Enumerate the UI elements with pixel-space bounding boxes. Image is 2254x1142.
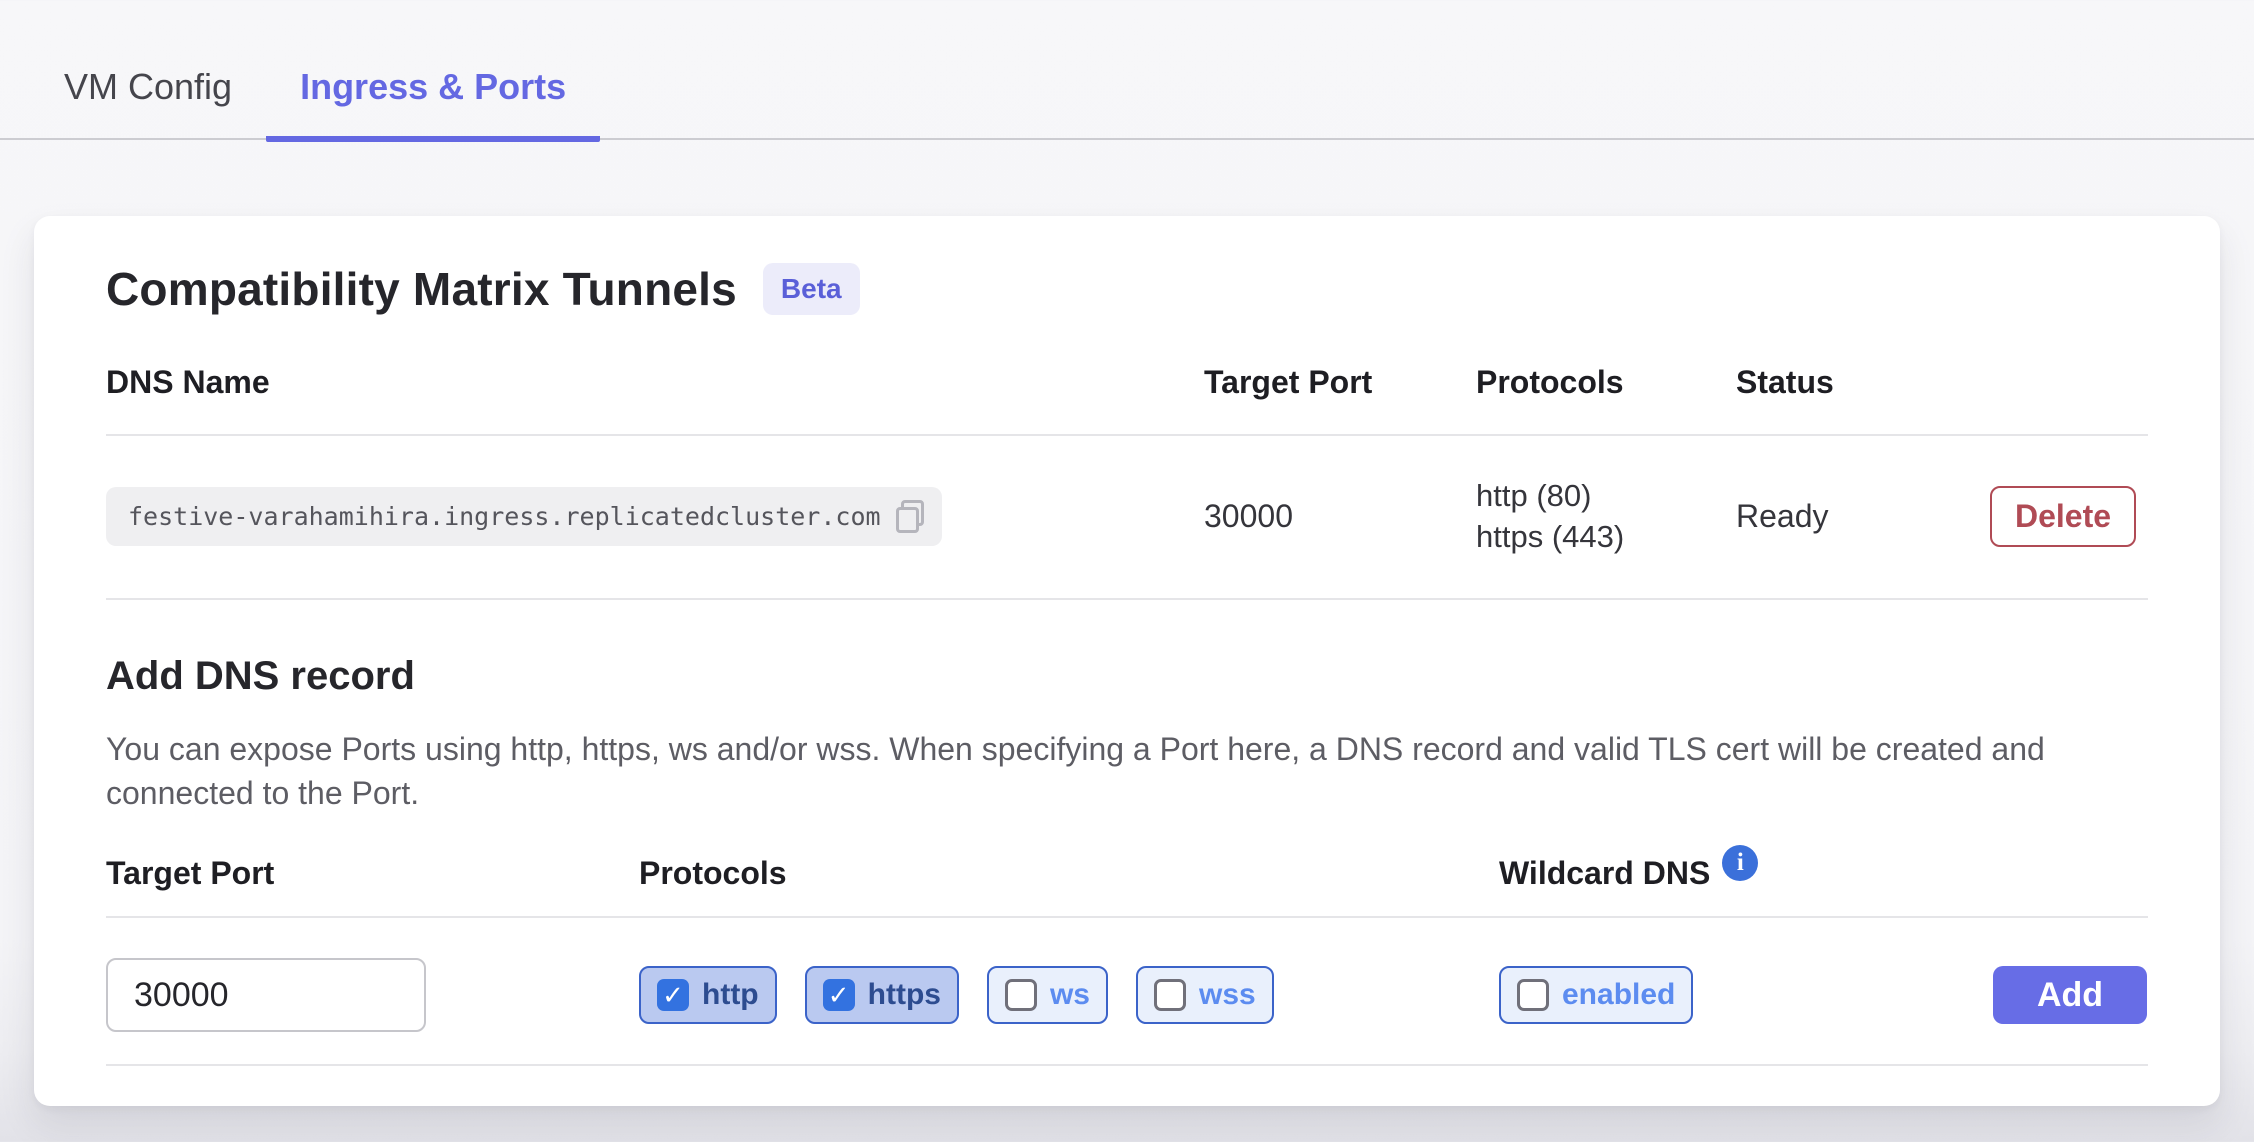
column-header-status: Status [1736,364,1990,401]
tunnels-table-header: DNS Name Target Port Protocols Status [106,364,2148,436]
status-cell: Ready [1736,498,1990,535]
wildcard-dns-label: Wildcard DNS [1499,855,1710,892]
page-title: Compatibility Matrix Tunnels [106,262,737,316]
wildcard-enabled-label: enabled [1562,978,1675,1012]
tunnels-card: Compatibility Matrix Tunnels Beta DNS Na… [34,216,2220,1106]
protocol-checkbox-https[interactable]: https [805,966,959,1024]
wildcard-enabled-checkbox[interactable]: enabled [1499,966,1693,1024]
add-dns-form-row: http https ws wss enabled Add [106,918,2148,1066]
dns-name-value: festive-varahamihira.ingress.replicatedc… [128,502,881,531]
protocol-line-https: https (443) [1476,517,1736,558]
column-header-dns-name: DNS Name [106,364,1204,401]
protocol-checkbox-ws[interactable]: ws [987,966,1108,1024]
tab-vm-config[interactable]: VM Config [30,58,266,142]
protocol-label: https [868,978,941,1012]
target-port-field-cell [106,958,639,1032]
table-row: festive-varahamihira.ingress.replicatedc… [106,436,2148,600]
copy-icon[interactable] [896,500,924,533]
form-header-wildcard-dns: Wildcard DNS i [1499,855,1993,892]
add-button[interactable]: Add [1993,966,2147,1024]
protocol-checkbox-http[interactable]: http [639,966,777,1024]
column-header-protocols: Protocols [1476,364,1736,401]
target-port-cell: 30000 [1204,498,1476,535]
protocol-line-http: http (80) [1476,476,1736,517]
checkbox-unchecked-icon[interactable] [1154,979,1186,1011]
checkbox-checked-icon[interactable] [657,979,689,1011]
delete-button[interactable]: Delete [1990,486,2136,547]
info-icon[interactable]: i [1722,845,1758,881]
protocol-checkbox-wss[interactable]: wss [1136,966,1274,1024]
add-dns-record-description: You can expose Ports using http, https, … [106,727,2148,815]
beta-badge: Beta [763,263,860,315]
tab-bar: VM Config Ingress & Ports [0,58,2254,140]
protocol-label: wss [1199,978,1256,1012]
dns-name-cell: festive-varahamihira.ingress.replicatedc… [106,487,1204,546]
target-port-input[interactable] [106,958,426,1032]
wildcard-dns-cell: enabled [1499,966,1993,1024]
dns-name-badge: festive-varahamihira.ingress.replicatedc… [106,487,942,546]
form-header-target-port: Target Port [106,855,639,892]
protocol-label: http [702,978,759,1012]
form-header-protocols: Protocols [639,855,1499,892]
checkbox-unchecked-icon[interactable] [1005,979,1037,1011]
add-dns-record-title: Add DNS record [106,654,2148,699]
protocol-options: http https ws wss [639,966,1499,1024]
card-title-row: Compatibility Matrix Tunnels Beta [106,262,2148,316]
tab-ingress-ports[interactable]: Ingress & Ports [266,58,600,142]
checkbox-checked-icon[interactable] [823,979,855,1011]
checkbox-unchecked-icon[interactable] [1517,979,1549,1011]
protocols-cell: http (80) https (443) [1476,476,1736,558]
column-header-target-port: Target Port [1204,364,1476,401]
add-dns-form-header: Target Port Protocols Wildcard DNS i [106,855,2148,918]
protocol-label: ws [1050,978,1090,1012]
